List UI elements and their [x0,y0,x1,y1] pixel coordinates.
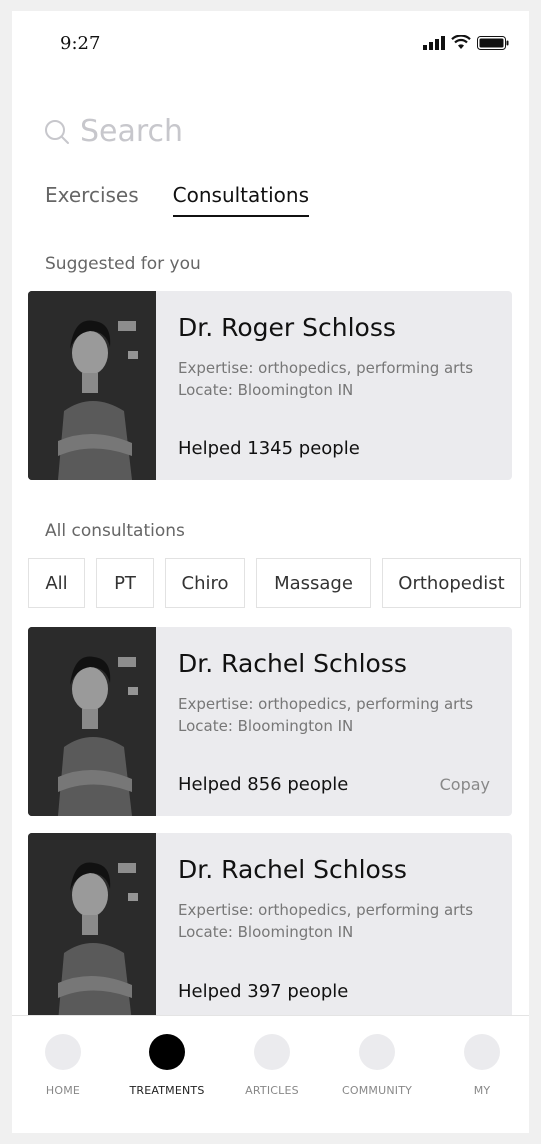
nav-my-icon [464,1034,500,1070]
signal-icon [423,35,445,50]
filter-chips: All PT Chiro Massage Orthopedist [28,558,521,608]
doctor-expertise: Expertise: orthopedics, performing arts [178,695,474,713]
doctor-photo [28,627,156,816]
copay-label: Copay [439,775,490,794]
nav-treatments[interactable]: TREATMENTS [127,1034,207,1097]
nav-community-icon [359,1034,395,1070]
nav-my[interactable]: MY [442,1034,522,1097]
doctor-photo [28,833,156,1022]
tab-exercises[interactable]: Exercises [45,183,139,217]
doctor-location: Locate: Bloomington IN [178,717,354,735]
doctor-expertise: Expertise: orthopedics, performing arts [178,901,474,919]
nav-home-icon [45,1034,81,1070]
doctor-helped-count: Helped 1345 people [178,438,360,459]
suggested-doctor-card[interactable]: Dr. Roger Schloss Expertise: orthopedics… [28,291,512,480]
nav-articles-icon [254,1034,290,1070]
tab-consultations[interactable]: Consultations [172,183,310,217]
nav-treatments-icon [149,1034,185,1070]
battery-icon [477,35,509,50]
suggested-label: Suggested for you [45,254,201,274]
search-icon [45,119,69,144]
nav-home-label: HOME [45,1084,81,1097]
tab-bar: Exercises Consultations [45,183,310,217]
doctor-photo-figure [28,627,156,816]
status-time: 9:27 [60,33,101,54]
doctor-location: Locate: Bloomington IN [178,381,354,399]
doctor-photo [28,291,156,480]
doctor-photo-figure [28,833,156,1022]
nav-treatments-label: TREATMENTS [129,1084,205,1097]
bottom-nav: HOME TREATMENTS ARTICLES COMMUNITY MY [12,1015,529,1133]
doctor-card[interactable]: Dr. Rachel Schloss Expertise: orthopedic… [28,833,512,1022]
nav-articles[interactable]: ARTICLES [232,1034,312,1097]
filter-chip-pt[interactable]: PT [96,558,154,608]
app-screen: 9:27 Search Exercises Consultations Sugg… [12,11,529,1133]
nav-my-label: MY [473,1084,491,1097]
search-placeholder[interactable]: Search [80,114,183,149]
nav-community-label: COMMUNITY [341,1084,413,1097]
filter-chip-all[interactable]: All [28,558,85,608]
filter-chip-orthopedist[interactable]: Orthopedist [382,558,521,608]
status-icons [423,35,509,50]
doctor-helped-count: Helped 856 people [178,774,349,795]
doctor-location: Locate: Bloomington IN [178,923,354,941]
doctor-photo-figure [28,291,156,480]
filter-chip-massage[interactable]: Massage [256,558,371,608]
filter-chip-chiro[interactable]: Chiro [165,558,245,608]
nav-home[interactable]: HOME [23,1034,103,1097]
all-consultations-label: All consultations [45,521,185,541]
doctor-card[interactable]: Dr. Rachel Schloss Expertise: orthopedic… [28,627,512,816]
doctor-helped-count: Helped 397 people [178,981,349,1002]
wifi-icon [451,35,471,49]
nav-articles-label: ARTICLES [245,1084,299,1097]
doctor-name: Dr. Rachel Schloss [178,855,407,884]
doctor-name: Dr. Roger Schloss [178,313,396,342]
search-bar[interactable]: Search [44,114,183,149]
doctor-expertise: Expertise: orthopedics, performing arts [178,359,474,377]
nav-community[interactable]: COMMUNITY [337,1034,417,1097]
doctor-name: Dr. Rachel Schloss [178,649,407,678]
